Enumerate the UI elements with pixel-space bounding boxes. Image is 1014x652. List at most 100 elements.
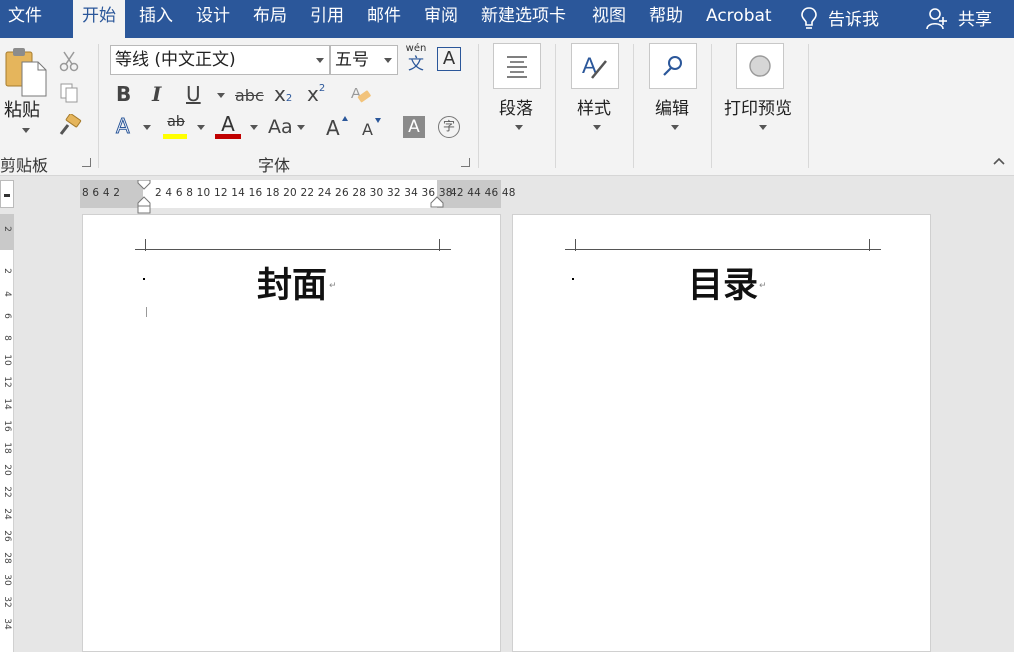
tab-view[interactable]: 视图 [592, 0, 626, 38]
right-indent-marker-icon[interactable] [430, 196, 444, 208]
highlight-color-bar [163, 134, 187, 139]
highlight-button[interactable]: ab [162, 114, 190, 140]
tab-design[interactable]: 设计 [196, 0, 230, 38]
editing-label: 编辑 [655, 99, 689, 119]
vruler-number: 28 [2, 552, 12, 564]
change-case-dropdown[interactable] [297, 125, 305, 130]
shrink-font-button[interactable]: A [362, 120, 373, 139]
phonetic-guide-button[interactable]: wén 文 [404, 44, 428, 76]
text-effects-dropdown[interactable] [143, 125, 151, 130]
clipboard-dialog-launcher[interactable] [82, 158, 91, 167]
copy-icon[interactable] [58, 82, 80, 104]
font-group-label: 字体 [258, 156, 291, 175]
tab-home[interactable]: 开始 [73, 0, 125, 38]
tab-selector[interactable] [0, 180, 14, 208]
tab-acrobat[interactable]: Acrobat [706, 0, 772, 38]
vruler-number: 6 [2, 313, 12, 319]
paragraph-dropdown[interactable] [515, 125, 523, 130]
vruler-number: 10 [2, 354, 12, 366]
separator [633, 44, 634, 168]
tab-mailings[interactable]: 邮件 [367, 0, 401, 38]
styles-button[interactable]: A [571, 43, 619, 89]
editing-button[interactable] [649, 43, 697, 89]
font-color-button[interactable]: A [214, 112, 242, 140]
highlight-dropdown[interactable] [197, 125, 205, 130]
text-effects-button[interactable]: A [116, 114, 131, 139]
horizontal-ruler[interactable]: 8 6 4 2 2 4 6 8 10 12 14 16 18 20 22 24 … [80, 180, 515, 214]
editing-dropdown[interactable] [671, 125, 679, 130]
vruler-number: 20 [2, 464, 12, 476]
vruler-number: 30 [2, 574, 12, 586]
strikethrough-button[interactable]: abc [235, 86, 264, 105]
tab-file[interactable]: 文件 [8, 0, 42, 38]
grow-font-button[interactable]: A [326, 116, 340, 140]
font-dialog-launcher[interactable] [461, 158, 470, 167]
format-painter-icon[interactable] [58, 114, 82, 136]
highlight-text: ab [167, 114, 185, 130]
superscript-button[interactable]: x2 [307, 82, 325, 106]
font-color-bar [215, 134, 241, 139]
bullet-dot [143, 278, 145, 280]
paragraph-button[interactable] [493, 43, 541, 89]
share-button[interactable]: 共享 [926, 0, 992, 38]
clear-formatting-icon[interactable]: A [349, 82, 373, 106]
page-title[interactable]: 目录 [688, 257, 758, 308]
italic-button[interactable]: I [152, 82, 161, 106]
ruler-left-numbers: 8 6 4 2 [82, 187, 121, 199]
font-name-box[interactable]: 等线 (中文正文) [110, 45, 330, 75]
font-color-dropdown[interactable] [250, 125, 258, 130]
paste-dropdown-arrow[interactable] [22, 128, 30, 133]
collapse-ribbon-icon[interactable] [992, 156, 1006, 166]
tell-me-box[interactable]: 告诉我 [800, 0, 879, 38]
vruler-number: 2 [2, 226, 12, 232]
character-shading-button[interactable]: A [403, 116, 425, 138]
character-border-button[interactable]: A [437, 47, 461, 71]
print-preview-dropdown[interactable] [759, 125, 767, 130]
superscript-letter: x [307, 82, 319, 106]
font-size-box[interactable]: 五号 [330, 45, 398, 75]
vruler-number: 32 [2, 596, 12, 608]
styles-dropdown[interactable] [593, 125, 601, 130]
print-preview-button[interactable] [736, 43, 784, 89]
tell-me-label: 告诉我 [828, 9, 879, 30]
paragraph-icon [507, 56, 527, 78]
tab-insert[interactable]: 插入 [139, 0, 173, 38]
cut-icon[interactable] [58, 50, 80, 72]
paste-label: 粘贴 [4, 100, 40, 121]
clipboard-group-label: 剪贴板 [0, 156, 49, 175]
tab-layout[interactable]: 布局 [253, 0, 287, 38]
subscript-letter: x [274, 82, 286, 106]
lightbulb-icon [801, 7, 817, 29]
tab-review[interactable]: 审阅 [424, 0, 458, 38]
document-page-cover[interactable]: 封面 ↵ [82, 214, 501, 652]
header-line [565, 249, 881, 250]
separator [478, 44, 479, 168]
tab-help[interactable]: 帮助 [649, 0, 683, 38]
vruler-number: 24 [2, 508, 12, 520]
paste-button[interactable]: 粘贴 [2, 46, 48, 138]
tab-new-tab[interactable]: 新建选项卡 [481, 0, 566, 38]
ruler-mid-numbers: 2 4 6 8 10 12 14 16 18 20 22 24 26 28 30… [155, 187, 453, 199]
vruler-number: 8 [2, 335, 12, 341]
indent-marker-icon[interactable] [137, 180, 151, 214]
bullet-dot [572, 278, 574, 280]
change-case-button[interactable]: Aa [268, 116, 293, 138]
person-add-icon [926, 8, 947, 30]
header-margin-mark [869, 239, 870, 251]
underline-dropdown[interactable] [217, 93, 225, 98]
document-page-toc[interactable]: 目录 ↵ [512, 214, 931, 652]
separator [555, 44, 556, 168]
circle-icon [749, 55, 771, 77]
underline-button[interactable]: U [186, 82, 201, 106]
page-title[interactable]: 封面 [257, 257, 327, 308]
tab-references[interactable]: 引用 [310, 0, 344, 38]
phonetic-guide-top: wén [405, 43, 427, 54]
bold-button[interactable]: B [116, 82, 131, 106]
subscript-button[interactable]: x2 [274, 82, 292, 106]
enclose-characters-button[interactable]: 字 [438, 116, 460, 138]
phonetic-guide-char: 文 [407, 54, 424, 73]
menu-bar: 文件 开始 插入 设计 布局 引用 邮件 审阅 新建选项卡 视图 帮助 Acro… [0, 0, 1014, 38]
share-label: 共享 [958, 9, 992, 30]
vruler-number: 2 [2, 268, 12, 274]
vertical-ruler[interactable]: 2 2 4 6 8 10 12 14 16 18 20 22 24 26 28 … [0, 214, 14, 652]
